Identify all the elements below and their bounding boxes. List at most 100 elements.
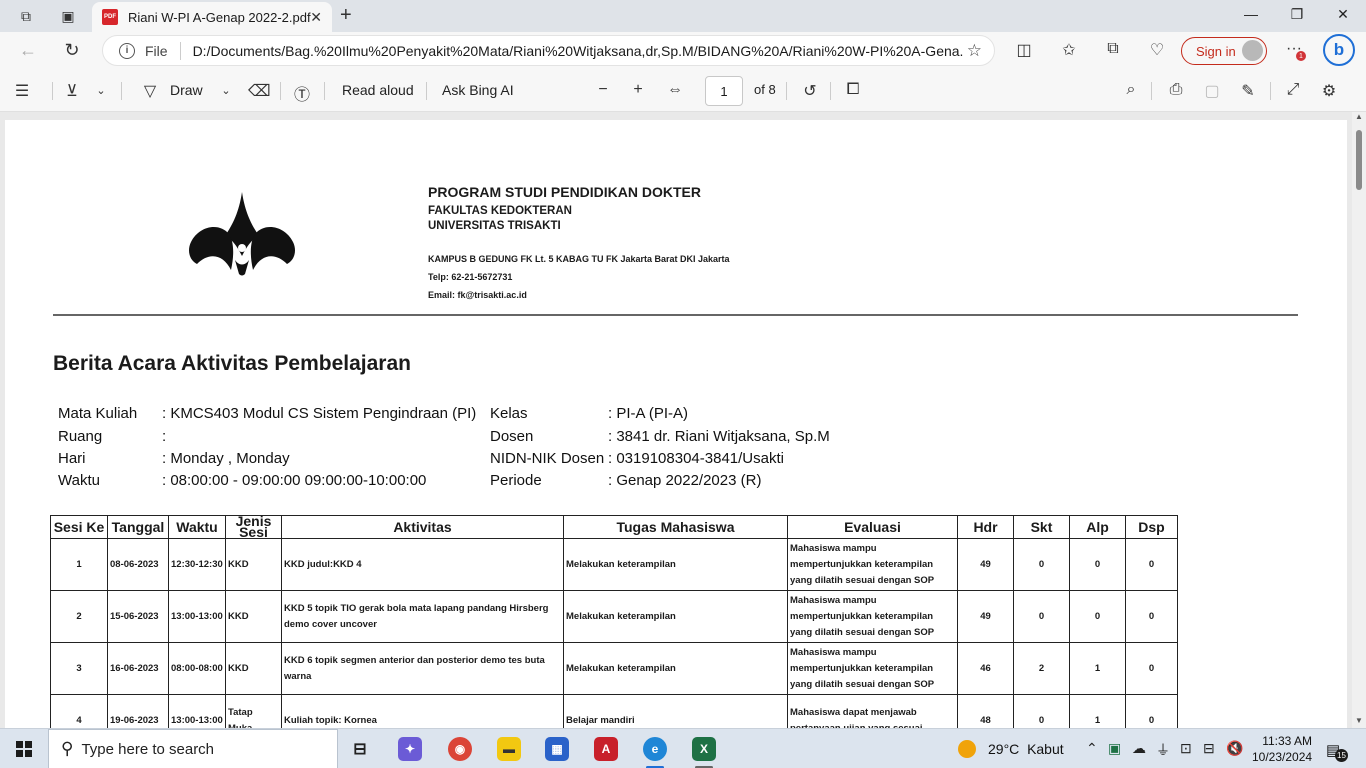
bing-copilot-icon[interactable]: b bbox=[1323, 34, 1355, 66]
page-number-input[interactable]: 1 bbox=[705, 76, 743, 106]
fullscreen-icon[interactable]: ⤢ bbox=[1283, 81, 1303, 99]
pdf-viewer[interactable]: PROGRAM STUDI PENDIDIKAN DOKTER FAKULTAS… bbox=[0, 112, 1352, 728]
favorites-icon[interactable]: ✩ bbox=[1058, 40, 1080, 60]
chevron-down-icon[interactable]: ⌄ bbox=[216, 84, 236, 97]
page-view-icon[interactable]: ⧠ bbox=[843, 81, 863, 99]
column-header: Sesi Ke bbox=[50, 515, 108, 539]
eraser-icon[interactable]: ⌫ bbox=[248, 81, 271, 101]
taskbar-search[interactable]: ⚲ Type here to search bbox=[48, 729, 338, 768]
info-label: Periode bbox=[490, 472, 542, 489]
favorite-star-icon[interactable]: ☆ bbox=[967, 41, 982, 61]
column-header: Skt bbox=[1013, 515, 1070, 539]
faculty-name: FAKULTAS KEDOKTERAN bbox=[428, 205, 572, 217]
edge-icon[interactable]: e bbox=[643, 737, 667, 761]
url-text[interactable]: D:/Documents/Bag.%20Ilmu%20Penyakit%20Ma… bbox=[193, 43, 963, 59]
split-screen-icon[interactable]: ◫ bbox=[1013, 40, 1035, 60]
start-icon[interactable] bbox=[16, 741, 32, 757]
scroll-up-icon[interactable]: ▲ bbox=[1355, 112, 1363, 121]
usb-icon[interactable]: ⏚ bbox=[1156, 740, 1170, 760]
cell-dsp: 0 bbox=[1125, 642, 1178, 695]
collections-icon[interactable]: ⧉ bbox=[1102, 40, 1124, 58]
browser-essentials-icon[interactable]: ♡ bbox=[1146, 40, 1168, 60]
workspaces-icon[interactable]: ⧉ bbox=[16, 6, 36, 26]
gear-icon[interactable]: ⚙ bbox=[1319, 81, 1339, 101]
rotate-icon[interactable]: ↺ bbox=[800, 81, 820, 101]
page-total: of 8 bbox=[754, 82, 776, 97]
zoom-in-icon[interactable]: + bbox=[628, 81, 648, 99]
file-explorer-icon[interactable]: ▬ bbox=[497, 737, 521, 761]
fit-width-icon[interactable]: ⇔ bbox=[665, 81, 685, 99]
notification-badge: 1 bbox=[1296, 51, 1306, 61]
close-tab-icon[interactable]: ✕ bbox=[310, 9, 322, 26]
refresh-icon[interactable]: ↻ bbox=[60, 40, 84, 61]
chevron-up-icon[interactable]: ⌃ bbox=[1086, 740, 1098, 757]
search-icon[interactable]: ⌕ bbox=[1121, 81, 1141, 99]
column-header: Dsp bbox=[1125, 515, 1178, 539]
cell-tugas: Melakukan keterampilan bbox=[563, 590, 788, 643]
sign-in-button[interactable]: Sign in bbox=[1181, 37, 1267, 65]
network-icon[interactable]: ⊟ bbox=[1203, 740, 1215, 757]
zoom-out-icon[interactable]: − bbox=[593, 81, 613, 99]
minimize-icon[interactable]: — bbox=[1241, 6, 1261, 22]
scrollbar-thumb[interactable] bbox=[1356, 130, 1362, 190]
task-view-icon[interactable]: ⊟ bbox=[348, 737, 372, 761]
toolbar-divider bbox=[786, 82, 787, 100]
column-header: Evaluasi bbox=[787, 515, 958, 539]
cell-hdr: 49 bbox=[957, 538, 1014, 591]
save-as-icon[interactable]: ✎ bbox=[1238, 81, 1258, 101]
chrome-icon[interactable]: ◉ bbox=[448, 737, 472, 761]
university-name: UNIVERSITAS TRISAKTI bbox=[428, 220, 561, 232]
contents-icon[interactable]: ☰ bbox=[12, 81, 32, 101]
back-icon[interactable]: ← bbox=[16, 40, 40, 61]
cell-jenis: KKD bbox=[225, 642, 282, 695]
weather-widget[interactable]: 29°C Kabut bbox=[958, 740, 1064, 758]
info-label: Ruang bbox=[58, 428, 103, 445]
ask-bing-button[interactable]: Ask Bing AI bbox=[442, 82, 514, 98]
sign-in-label: Sign in bbox=[1196, 43, 1236, 59]
address-bar[interactable]: i File D:/Documents/Bag.%20Ilmu%20Penyak… bbox=[102, 35, 995, 66]
cell-waktu: 08:00-08:00 bbox=[168, 642, 226, 695]
print-icon[interactable]: ⎙ bbox=[1166, 81, 1186, 99]
clock[interactable]: 11:33 AM 10/23/2024 bbox=[1252, 733, 1312, 765]
restore-icon[interactable]: ❐ bbox=[1287, 6, 1307, 23]
acrobat-icon[interactable]: A bbox=[594, 737, 618, 761]
cell-aktivitas: KKD 6 topik segmen anterior dan posterio… bbox=[281, 642, 564, 695]
copilot-icon[interactable]: ✦ bbox=[398, 737, 422, 761]
cell-alp: 0 bbox=[1069, 538, 1126, 591]
cell-hdr: 48 bbox=[957, 694, 1014, 728]
cell-skt: 2 bbox=[1013, 642, 1070, 695]
url-divider bbox=[179, 41, 181, 60]
new-tab-icon[interactable]: + bbox=[340, 4, 352, 27]
save-icon[interactable]: ▢ bbox=[1202, 81, 1222, 101]
table-row: 4 19-06-2023 13:00-13:00 Tatap Muka Kuli… bbox=[50, 694, 1178, 728]
info-icon[interactable]: i bbox=[119, 42, 135, 59]
cell-aktivitas: Kuliah topik: Kornea bbox=[281, 694, 564, 728]
scroll-down-icon[interactable]: ▼ bbox=[1355, 716, 1363, 725]
highlight-icon[interactable]: ⊻ bbox=[62, 81, 82, 101]
avatar bbox=[1242, 40, 1263, 61]
cell-jenis: Tatap Muka bbox=[225, 694, 282, 728]
store-icon[interactable]: ▦ bbox=[545, 737, 569, 761]
volume-icon[interactable]: 🔇 bbox=[1226, 740, 1243, 757]
cell-evaluasi: Mahasiswa mampu mempertunjukkan keteramp… bbox=[787, 538, 958, 591]
draw-icon[interactable]: ▽ bbox=[140, 81, 160, 101]
cloud-offline-icon[interactable]: ☁ bbox=[1132, 740, 1146, 757]
tab-active[interactable]: PDF Riani W-PI A-Genap 2022-2.pdf ✕ bbox=[92, 2, 332, 32]
info-value: : bbox=[162, 428, 167, 445]
toolbar-divider bbox=[1151, 82, 1152, 100]
excel-icon[interactable]: X bbox=[692, 737, 716, 761]
search-icon: ⚲ bbox=[61, 739, 74, 758]
close-window-icon[interactable]: ✕ bbox=[1333, 6, 1353, 23]
read-aloud-button[interactable]: Read aloud bbox=[342, 82, 414, 98]
tab-actions-icon[interactable]: ▣ bbox=[58, 6, 78, 26]
camera-icon[interactable]: ⊡ bbox=[1180, 740, 1192, 757]
chevron-down-icon[interactable]: ⌄ bbox=[91, 84, 111, 97]
table-row: 1 08-06-2023 12:30-12:30 KKD KKD judul:K… bbox=[50, 538, 1178, 591]
cell-hdr: 46 bbox=[957, 642, 1014, 695]
text-box-icon[interactable]: Ⓣ bbox=[292, 81, 312, 105]
cell-hdr: 49 bbox=[957, 590, 1014, 643]
vertical-scrollbar[interactable]: ▲ ▼ bbox=[1352, 112, 1366, 728]
weather-condition: Kabut bbox=[1027, 741, 1064, 757]
sync-icon[interactable]: ▣ bbox=[1108, 740, 1121, 757]
draw-button[interactable]: Draw bbox=[170, 82, 203, 98]
